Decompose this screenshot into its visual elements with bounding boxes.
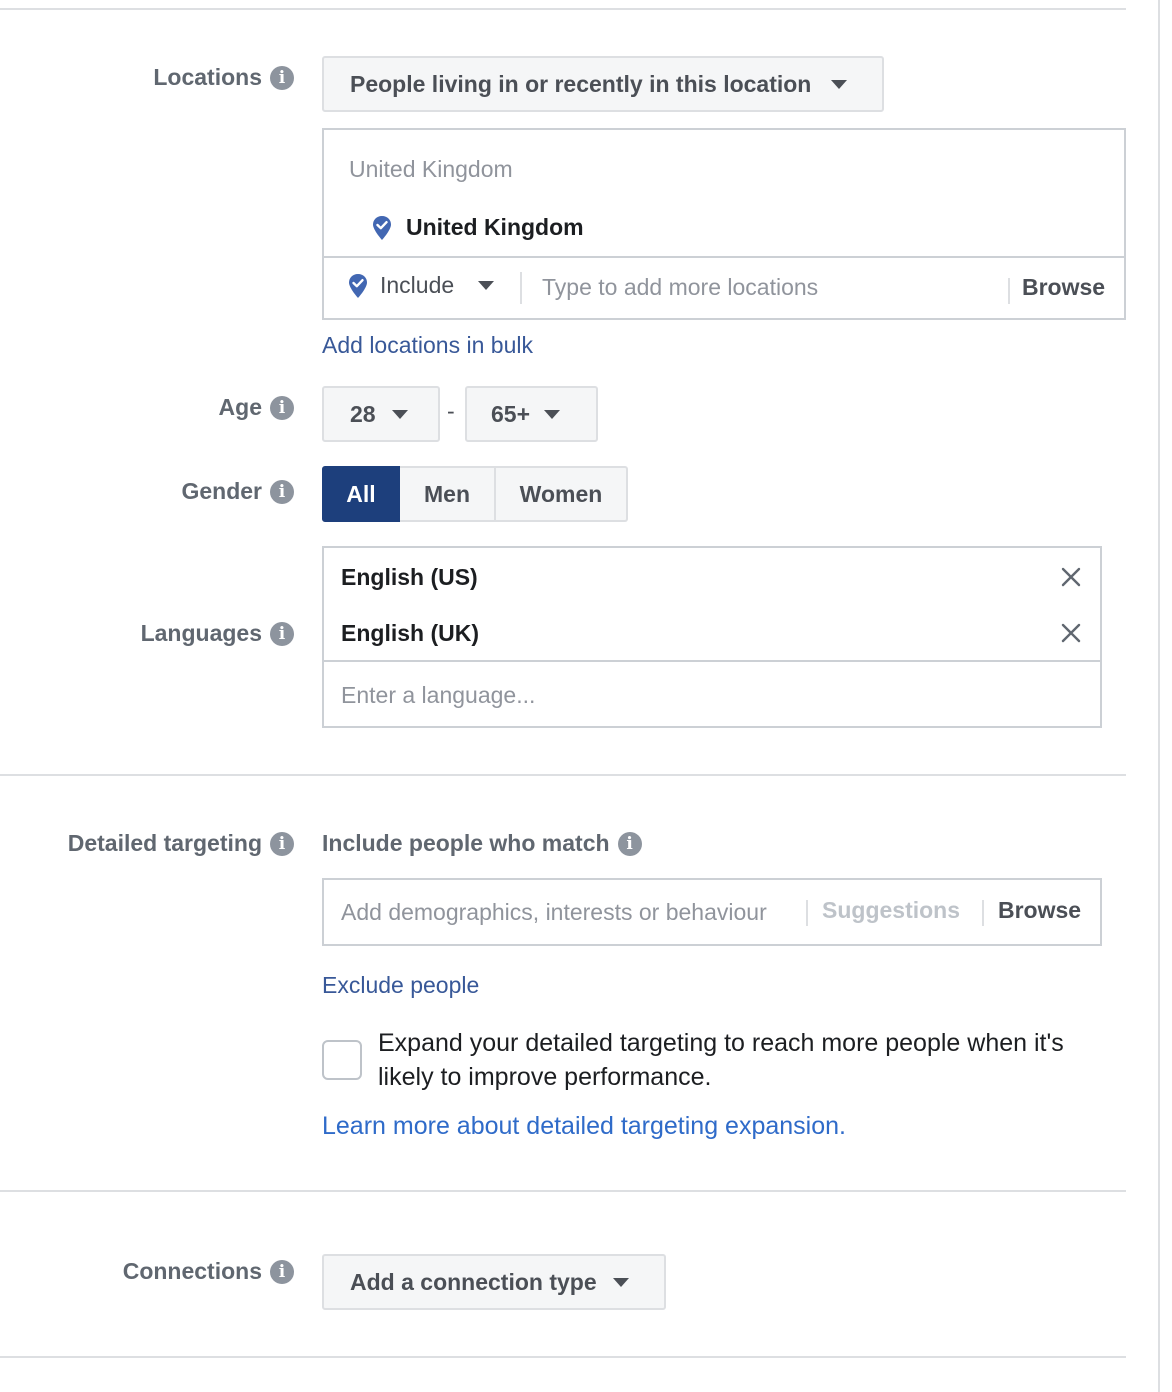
language-input-placeholder: Enter a language... — [341, 682, 536, 708]
detailed-targeting-placeholder: Add demographics, interests or behaviour — [341, 899, 767, 925]
locations-label-text: Locations — [153, 64, 262, 90]
exclude-people-link[interactable]: Exclude people — [322, 972, 479, 999]
close-icon[interactable] — [1061, 567, 1081, 587]
location-selector: United Kingdom United Kingdom Include Ty… — [322, 128, 1126, 320]
right-border — [1158, 0, 1160, 1392]
chevron-down-icon — [612, 1277, 629, 1287]
detailed-targeting-search: Add demographics, interests or behaviour… — [322, 878, 1102, 946]
info-icon[interactable]: i — [270, 395, 294, 420]
language-token-label: English (US) — [341, 563, 478, 590]
location-input-divider — [324, 256, 1124, 258]
selected-location[interactable]: United Kingdom — [372, 214, 584, 241]
connection-type-label: Add a connection type — [350, 1268, 597, 1295]
info-icon[interactable]: i — [270, 65, 294, 90]
include-separator — [520, 272, 522, 304]
languages-selector: English (US) English (UK) Enter a langua… — [322, 546, 1102, 728]
location-search-input[interactable]: Type to add more locations — [542, 274, 1002, 301]
bottom-divider — [0, 1356, 1126, 1358]
include-label: Include — [380, 272, 455, 298]
age-range-separator: - — [447, 398, 455, 425]
location-pin-icon — [373, 215, 391, 240]
age-max-dropdown[interactable]: 65+ — [465, 386, 598, 442]
language-input[interactable]: Enter a language... — [341, 682, 1081, 709]
location-search-placeholder: Type to add more locations — [542, 274, 819, 300]
location-mode-dropdown[interactable]: People living in or recently in this loc… — [322, 56, 884, 112]
chevron-down-icon — [478, 281, 495, 290]
age-label: Age i — [219, 394, 294, 421]
connection-type-dropdown[interactable]: Add a connection type — [322, 1254, 666, 1310]
connections-label-text: Connections — [122, 1258, 262, 1284]
include-people-heading-text: Include people who match — [322, 830, 610, 856]
language-token: English (UK) — [341, 618, 1081, 648]
location-group-header-text: United Kingdom — [349, 156, 513, 182]
age-min-value: 28 — [350, 400, 376, 427]
learn-more-expansion-link[interactable]: Learn more about detailed targeting expa… — [322, 1112, 846, 1141]
gender-all-button[interactable]: All — [322, 466, 400, 522]
gender-toggle-group: All Men Women — [322, 466, 628, 522]
location-mode-label: People living in or recently in this loc… — [350, 70, 812, 97]
selected-location-name: United Kingdom — [406, 214, 584, 240]
info-icon[interactable]: i — [270, 479, 294, 504]
languages-label: Languages i — [141, 620, 294, 647]
gender-men-label: Men — [424, 480, 470, 507]
info-icon[interactable]: i — [617, 831, 642, 856]
chevron-down-icon — [391, 409, 408, 419]
location-browse-button[interactable]: Browse — [1022, 274, 1105, 301]
include-people-heading: Include people who match i — [322, 830, 642, 857]
targeting-expansion-label-text: Expand your detailed targeting to reach … — [378, 1029, 1064, 1091]
gender-label: Gender i — [181, 478, 294, 505]
languages-label-text: Languages — [140, 620, 262, 646]
info-icon[interactable]: i — [270, 621, 294, 646]
languages-input-divider — [324, 660, 1100, 662]
section-divider — [0, 774, 1126, 776]
age-max-value: 65+ — [491, 400, 531, 427]
suggestions-label: Suggestions — [822, 897, 961, 923]
connections-label: Connections i — [123, 1258, 294, 1285]
location-pin-icon — [349, 273, 367, 298]
browse-separator — [982, 900, 984, 926]
chevron-down-icon — [544, 409, 561, 419]
locations-label: Locations i — [153, 64, 294, 91]
section-divider — [0, 1190, 1126, 1192]
browse-separator — [1008, 278, 1010, 304]
detailed-targeting-label: Detailed targeting i — [68, 830, 294, 857]
age-label-text: Age — [218, 394, 262, 420]
add-locations-in-bulk-link[interactable]: Add locations in bulk — [322, 332, 533, 359]
language-token-label: English (UK) — [341, 619, 479, 646]
detailed-targeting-browse-button[interactable]: Browse — [998, 897, 1081, 924]
gender-all-label: All — [346, 480, 376, 507]
detailed-targeting-browse-label: Browse — [998, 897, 1082, 923]
targeting-expansion-label: Expand your detailed targeting to reach … — [378, 1026, 1118, 1094]
gender-women-label: Women — [519, 480, 603, 507]
gender-men-button[interactable]: Men — [400, 466, 496, 522]
detailed-targeting-input[interactable]: Add demographics, interests or behaviour — [341, 899, 801, 926]
detailed-targeting-label-text: Detailed targeting — [67, 830, 262, 856]
gender-women-button[interactable]: Women — [496, 466, 628, 522]
location-group-header: United Kingdom — [349, 156, 513, 183]
location-browse-label: Browse — [1022, 274, 1106, 300]
age-range-separator-text: - — [447, 398, 455, 424]
chevron-down-icon — [831, 79, 848, 89]
top-divider — [0, 8, 1126, 10]
age-min-dropdown[interactable]: 28 — [322, 386, 440, 442]
include-dropdown[interactable]: Include — [348, 272, 495, 299]
targeting-expansion-checkbox[interactable] — [322, 1040, 362, 1080]
info-icon[interactable]: i — [270, 1259, 294, 1284]
suggestions-button[interactable]: Suggestions — [822, 897, 960, 924]
language-token: English (US) — [341, 562, 1081, 592]
gender-label-text: Gender — [181, 478, 262, 504]
info-icon[interactable]: i — [270, 831, 294, 856]
suggestions-separator — [806, 900, 808, 926]
close-icon[interactable] — [1061, 623, 1081, 643]
